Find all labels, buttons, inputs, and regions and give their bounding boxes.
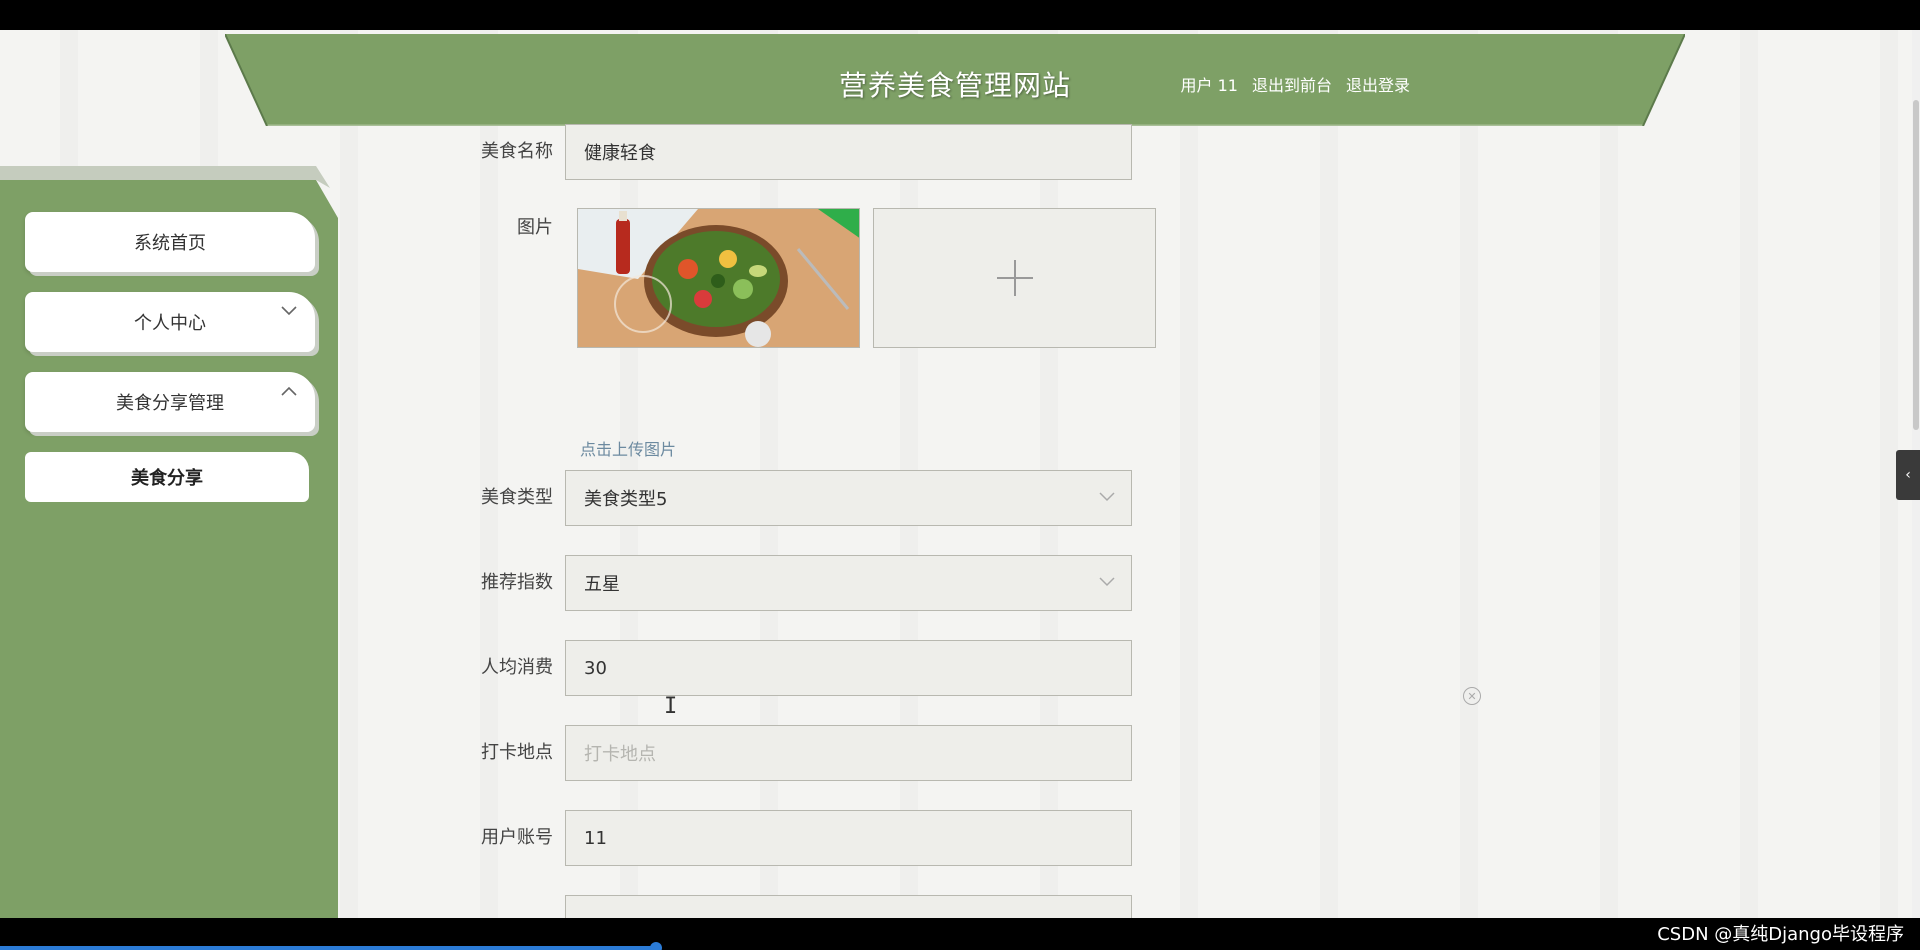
select-value: 美食类型5 [584,489,668,510]
select-value: 五星 [584,574,620,595]
add-image-button[interactable] [873,208,1156,348]
browser-viewport: 营养美食管理网站 用户 11 退出到前台 退出登录 系统首页 个人中心 美食分享… [0,30,1920,918]
back-to-front-link[interactable]: 退出到前台 [1252,72,1332,96]
sidebar-menu: 系统首页 个人中心 美食分享管理 美食分享 [25,212,315,502]
sidebar: 系统首页 个人中心 美食分享管理 美食分享 [0,166,340,918]
form-row-account: 用户账号 11 [420,810,1132,866]
food-image-thumbnail[interactable] [577,208,860,348]
field-label: 图片 [517,217,553,238]
form-row-next [420,895,1132,918]
logout-link[interactable]: 退出登录 [1346,72,1410,96]
header-links: 用户 11 退出到前台 退出登录 [1181,72,1410,96]
chevron-left-icon[interactable]: ‹ [1896,450,1920,500]
chevron-down-icon [1099,487,1115,506]
form-row-image: 图片 [420,208,565,248]
sidebar-item-label: 个人中心 [134,313,206,334]
recording-top-bar [0,0,1920,30]
field-label: 人均消费 [481,657,553,678]
sidebar-item-food-share-management[interactable]: 美食分享管理 [25,372,315,432]
text-cursor-icon: I [664,694,678,719]
recording-bottom-bar: CSDN @真纯Django毕设程序 [0,918,1920,950]
food-type-select[interactable]: 美食类型5 [565,470,1132,526]
field-label: 用户账号 [481,827,553,848]
plus-icon [996,260,1033,296]
form-row-cost: 人均消费 30 [420,640,1132,696]
scrollbar-thumb[interactable] [1913,100,1919,430]
food-name-input[interactable]: 健康轻食 [565,124,1132,180]
field-label: 打卡地点 [481,742,553,763]
sidebar-item-label: 系统首页 [134,233,206,254]
sidebar-subitem-label: 美食分享 [131,468,203,489]
csdn-watermark: CSDN @真纯Django毕设程序 [1657,924,1904,945]
site-header: 营养美食管理网站 用户 11 退出到前台 退出登录 [225,34,1685,126]
user-account-input[interactable]: 11 [565,810,1132,866]
clear-icon[interactable]: ✕ [1463,687,1481,705]
check-in-location-input[interactable]: 打卡地点 [565,725,1132,781]
next-field-input[interactable] [565,895,1132,918]
food-photo [578,209,859,347]
per-capita-cost-input[interactable]: 30 [565,640,1132,696]
form-row-type: 美食类型 美食类型5 [420,470,1132,526]
chevron-down-icon [1099,572,1115,591]
upload-image-link[interactable]: 点击上传图片 [580,436,676,460]
field-label: 美食类型 [481,487,553,508]
form-row-location: 打卡地点 打卡地点 [420,725,1132,781]
user-label: 用户 11 [1180,76,1238,95]
rating-select[interactable]: 五星 [565,555,1132,611]
playback-progress[interactable] [0,946,655,950]
sidebar-item-label: 美食分享管理 [116,393,224,414]
field-label: 推荐指数 [481,572,553,593]
site-title: 营养美食管理网站 [838,69,1071,102]
field-label: 美食名称 [481,141,553,162]
form-row-rating: 推荐指数 五星 [420,555,1132,611]
sidebar-subitem-food-share[interactable]: 美食分享 [25,452,309,502]
playback-knob[interactable] [650,942,662,950]
form-row-name: 美食名称 健康轻食 [420,124,1132,180]
sidebar-item-home[interactable]: 系统首页 [25,212,315,272]
sidebar-item-personal-center[interactable]: 个人中心 [25,292,315,352]
